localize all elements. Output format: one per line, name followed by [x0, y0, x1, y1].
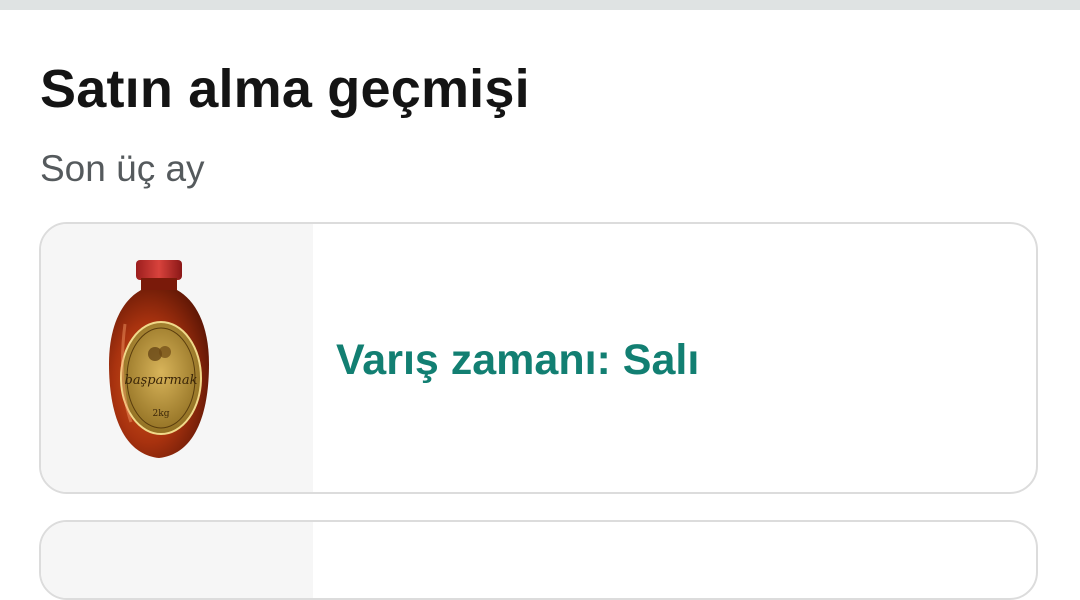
order-card-partial[interactable]: [39, 520, 1038, 600]
product-thumbnail: [41, 522, 313, 598]
order-card[interactable]: başparmak 2kg Varış zamanı: Salı: [39, 222, 1038, 494]
svg-text:2kg: 2kg: [153, 409, 170, 419]
arrival-time-label: Varış zamanı: Salı: [336, 336, 700, 384]
product-thumbnail: başparmak 2kg: [41, 224, 313, 492]
honey-bottle-image: başparmak 2kg: [109, 260, 209, 458]
page-title: Satın alma geçmişi: [40, 59, 530, 119]
top-divider: [0, 0, 1080, 10]
page-subtitle: Son üç ay: [40, 148, 205, 189]
svg-text:başparmak: başparmak: [125, 373, 198, 388]
